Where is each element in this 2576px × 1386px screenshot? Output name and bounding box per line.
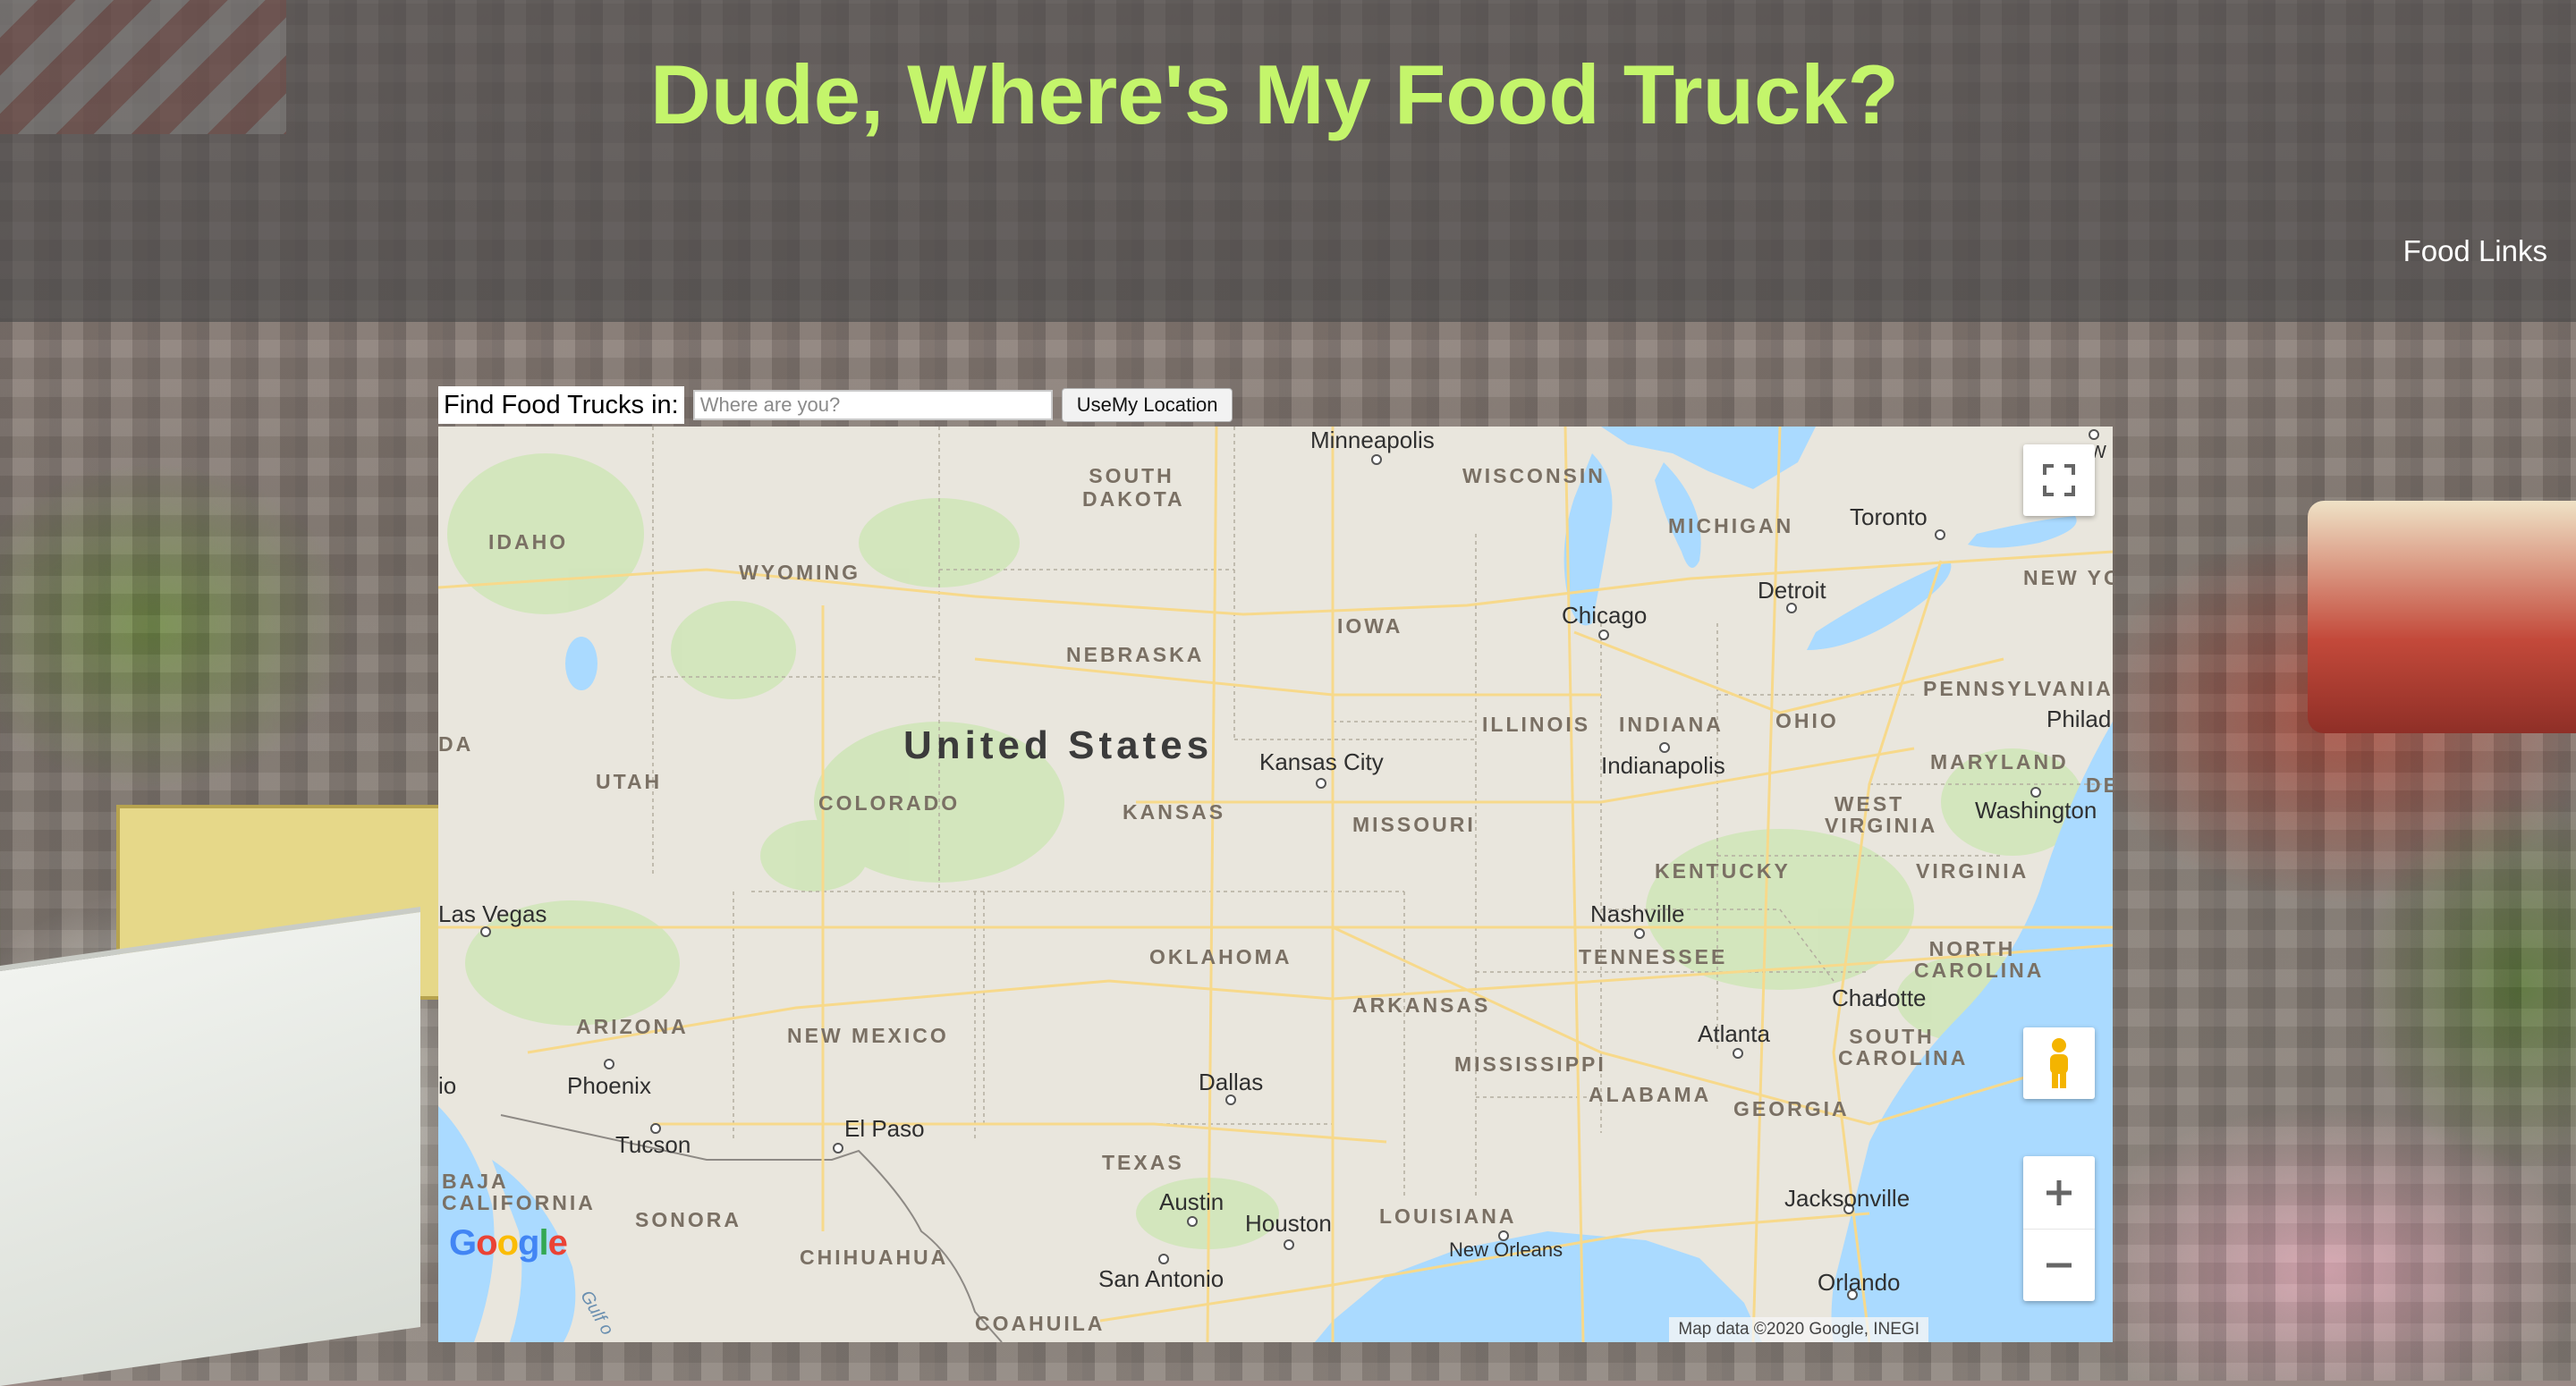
map-city-label: Atlanta bbox=[1698, 1020, 1770, 1047]
map-state-label: MISSISSIPPI bbox=[1454, 1052, 1606, 1076]
search-bar: Find Food Trucks in: UseMy Location bbox=[438, 386, 1233, 424]
map-city-dot bbox=[1598, 630, 1609, 640]
map-city-label: Philad bbox=[2046, 706, 2112, 732]
map-country-label: United States bbox=[903, 723, 1214, 767]
minus-icon bbox=[2046, 1263, 2072, 1267]
map-city-label: Dallas bbox=[1199, 1069, 1264, 1095]
map-city-label: New Orleans bbox=[1449, 1238, 1563, 1261]
google-logo: Google bbox=[449, 1223, 568, 1263]
map-state-label: TENNESSEE bbox=[1579, 945, 1728, 968]
map-city-dot bbox=[2089, 429, 2099, 440]
map-city-dot bbox=[1187, 1216, 1198, 1227]
food-links-link[interactable]: Food Links bbox=[2403, 234, 2547, 268]
map-state-label: NEW YOR bbox=[2023, 566, 2113, 589]
map-country-border bbox=[500, 1114, 1003, 1342]
map-state-label: NORTH CAROLINA bbox=[1914, 937, 2045, 982]
map-city-dot bbox=[1158, 1254, 1169, 1264]
page-title: Dude, Where's My Food Truck? bbox=[650, 47, 1899, 141]
map-state-label: COAHUILA bbox=[975, 1312, 1106, 1335]
zoom-controls bbox=[2023, 1156, 2095, 1301]
map-attribution: Map data ©2020 Google, INEGI bbox=[1669, 1317, 1928, 1342]
fullscreen-button[interactable] bbox=[2023, 444, 2095, 516]
map-state-label: DE bbox=[2086, 773, 2113, 797]
map-city-label: Austin bbox=[1159, 1188, 1224, 1215]
map-state-label: ALABAMA bbox=[1589, 1083, 1712, 1106]
map-state-label: DA bbox=[438, 732, 474, 756]
map-city-dot bbox=[1935, 529, 1945, 540]
plus-icon bbox=[2046, 1179, 2072, 1205]
map-city-label: Minneapolis bbox=[1310, 427, 1435, 453]
map-state-label: SONORA bbox=[635, 1208, 741, 1231]
map-city-label: Phoenix bbox=[567, 1072, 651, 1099]
map-city-label: San Antonio bbox=[1098, 1265, 1224, 1292]
map-state-label: CHIHUAHUA bbox=[800, 1246, 949, 1269]
map-city-label: Tucson bbox=[615, 1131, 691, 1158]
pegman-icon bbox=[2050, 1038, 2068, 1088]
map-state-label: TEXAS bbox=[1102, 1151, 1184, 1174]
map-state-label: ARKANSAS bbox=[1352, 993, 1491, 1017]
use-my-location-button[interactable]: UseMy Location bbox=[1061, 388, 1233, 422]
map-state-label: UTAH bbox=[596, 770, 663, 793]
map-city-label: Indianapolis bbox=[1601, 752, 1725, 779]
map-state-label: BAJA CALIFORNIA bbox=[442, 1170, 596, 1214]
background-red-truck bbox=[2308, 501, 2576, 733]
map-city-dot bbox=[1284, 1239, 1294, 1250]
zoom-out-button[interactable] bbox=[2023, 1230, 2095, 1301]
map-city-label: Jacksonville bbox=[1784, 1185, 1911, 1212]
page-header: Dude, Where's My Food Truck? Food Links bbox=[0, 0, 2576, 322]
map-state-label: KANSAS bbox=[1123, 800, 1226, 824]
map-state-label: PENNSYLVANIA bbox=[1923, 677, 2113, 700]
map-city-label: Orlando bbox=[1818, 1269, 1901, 1296]
map-city-label: Nashville bbox=[1590, 900, 1685, 927]
map-state-label: VIRGINIA bbox=[1916, 859, 2029, 883]
map-state-label: OKLAHOMA bbox=[1149, 945, 1292, 968]
map-city-label: Chicago bbox=[1562, 602, 1648, 629]
background-white-truck bbox=[0, 906, 420, 1386]
map-state-label: WISCONSIN bbox=[1462, 464, 1606, 487]
map-city-label: io bbox=[438, 1072, 457, 1099]
map-state-label: IDAHO bbox=[488, 530, 569, 554]
map-state-label: SOUTH DAKOTA bbox=[1082, 464, 1185, 511]
map[interactable]: SOUTH DAKOTA WISCONSIN MICHIGAN IDAHO WY… bbox=[438, 427, 2113, 1342]
map-state-label: INDIANA bbox=[1619, 713, 1724, 736]
map-state-label: NEW MEXICO bbox=[787, 1024, 949, 1047]
map-city-label: Las Vegas bbox=[438, 900, 547, 927]
map-state-label: OHIO bbox=[1775, 709, 1839, 732]
map-state-label: ARIZONA bbox=[576, 1015, 689, 1038]
map-city-label: Detroit bbox=[1758, 577, 1826, 604]
map-city-label: Toronto bbox=[1850, 503, 1928, 530]
map-state-label: GEORGIA bbox=[1733, 1097, 1850, 1120]
map-state-label: NEBRASKA bbox=[1066, 643, 1205, 666]
street-view-button[interactable] bbox=[2023, 1027, 2095, 1099]
map-state-label: MICHIGAN bbox=[1668, 514, 1794, 537]
map-city-dot bbox=[833, 1143, 843, 1154]
map-state-label: SOUTH CAROLINA bbox=[1838, 1025, 1969, 1069]
map-city-dot bbox=[1634, 928, 1645, 939]
map-state-label: MISSOURI bbox=[1352, 813, 1476, 836]
map-state-label: COLORADO bbox=[818, 791, 961, 815]
location-input[interactable] bbox=[692, 390, 1053, 420]
map-city-dot bbox=[1371, 454, 1382, 465]
map-state-label: ILLINOIS bbox=[1482, 713, 1591, 736]
map-state-label: KENTUCKY bbox=[1655, 859, 1791, 883]
map-city-label: Charlotte bbox=[1832, 985, 1927, 1011]
fullscreen-icon bbox=[2043, 464, 2075, 496]
zoom-in-button[interactable] bbox=[2023, 1157, 2095, 1230]
map-state-label: WYOMING bbox=[739, 561, 860, 584]
map-state-label: LOUISIANA bbox=[1379, 1204, 1517, 1228]
map-state-label: MARYLAND bbox=[1930, 750, 2069, 773]
map-city-label: Washington bbox=[1975, 797, 2097, 824]
map-city-label: El Paso bbox=[844, 1115, 925, 1142]
map-state-label: IOWA bbox=[1337, 614, 1403, 638]
map-state-label: WEST VIRGINIA bbox=[1825, 792, 1938, 837]
map-city-dot bbox=[1733, 1048, 1743, 1059]
map-city-dot bbox=[604, 1059, 614, 1069]
map-green-areas bbox=[447, 453, 2084, 1249]
map-city-label: Houston bbox=[1245, 1210, 1332, 1237]
search-label: Find Food Trucks in: bbox=[438, 386, 684, 424]
map-city-label: Kansas City bbox=[1259, 748, 1384, 775]
map-city-dot bbox=[1316, 778, 1326, 789]
